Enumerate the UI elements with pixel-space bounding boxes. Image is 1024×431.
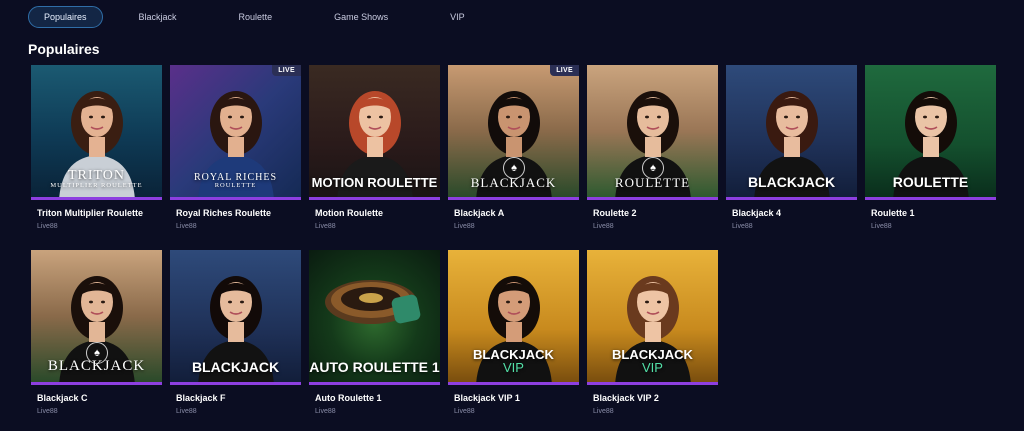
game-provider: Live88	[315, 223, 336, 230]
game-provider: Live88	[593, 408, 614, 415]
thumbnail-title-art: BLACKJACK VIP	[587, 347, 718, 376]
game-thumbnail[interactable]: AUTO ROULETTE 1	[309, 250, 440, 385]
game-thumbnail[interactable]: ROULETTE	[865, 65, 996, 200]
thumbnail-title-text: TRITON	[67, 167, 126, 183]
thumbnail-title-art: BLACKJACK	[726, 175, 857, 190]
thumbnail-subtitle-text: ROULETTE	[214, 182, 257, 190]
game-thumbnail[interactable]: ♠ LIVE BLACKJACK	[448, 65, 579, 200]
game-card[interactable]: ROULETTE Roulette 1 Live88	[865, 65, 996, 234]
game-card[interactable]: BLACKJACK Blackjack F Live88	[170, 250, 301, 419]
thumbnail-title-art: BLACKJACK	[448, 176, 579, 190]
game-provider: Live88	[593, 223, 614, 230]
thumbnail-title-text: BLACKJACK	[470, 175, 557, 191]
live-badge: LIVE	[550, 65, 579, 76]
game-provider: Live88	[454, 408, 475, 415]
thumbnail-title-art: AUTO ROULETTE 1	[309, 360, 440, 375]
game-grid: TRITON MULTIPLIER ROULETTE Triton Multipli…	[31, 65, 996, 419]
game-provider: Live88	[176, 408, 197, 415]
game-name[interactable]: Roulette 1	[865, 208, 996, 218]
section-title: Populaires	[28, 41, 100, 57]
thumbnail-subtitle-text: VIP	[503, 360, 524, 376]
game-provider: Live88	[732, 223, 753, 230]
live-badge: LIVE	[272, 65, 301, 76]
game-provider: Live88	[37, 223, 58, 230]
game-thumbnail[interactable]: BLACKJACK	[170, 250, 301, 385]
tab-vip[interactable]: VIP	[436, 6, 479, 28]
game-name[interactable]: Royal Riches Roulette	[170, 208, 301, 218]
thumbnail-title-text: MOTION ROULETTE	[311, 175, 438, 191]
game-thumbnail[interactable]: LIVE ROYAL RICHES ROULETTE	[170, 65, 301, 200]
thumbnail-title-art: BLACKJACK	[31, 358, 162, 375]
game-thumbnail[interactable]: TRITON MULTIPLIER ROULETTE	[31, 65, 162, 200]
game-name[interactable]: Blackjack A	[448, 208, 579, 218]
game-card[interactable]: ♠ BLACKJACK Blackjack C Live88	[31, 250, 162, 419]
game-name[interactable]: Roulette 2	[587, 208, 718, 218]
game-name[interactable]: Blackjack VIP 1	[448, 393, 579, 403]
thumbnail-title-text: ROULETTE	[614, 175, 691, 191]
game-card[interactable]: ♠ LIVE BLACKJACK Blackjack A Live88	[448, 65, 579, 234]
game-thumbnail[interactable]: BLACKJACK VIP	[587, 250, 718, 385]
game-card[interactable]: MOTION ROULETTE Motion Roulette Live88	[309, 65, 440, 234]
thumbnail-title-art: BLACKJACK	[170, 360, 301, 375]
game-provider: Live88	[315, 408, 336, 415]
game-card[interactable]: AUTO ROULETTE 1 Auto Roulette 1 Live88	[309, 250, 440, 419]
thumbnail-title-text: BLACKJACK	[191, 359, 280, 376]
game-thumbnail[interactable]: ♠ BLACKJACK	[31, 250, 162, 385]
game-thumbnail[interactable]: BLACKJACK	[726, 65, 857, 200]
thumbnail-title-text: AUTO ROULETTE 1	[309, 359, 440, 376]
thumbnail-subtitle-text: VIP	[642, 360, 663, 376]
game-thumbnail[interactable]: MOTION ROULETTE	[309, 65, 440, 200]
tab-game-shows[interactable]: Game Shows	[320, 6, 402, 28]
game-card[interactable]: BLACKJACK VIP Blackjack VIP 2 Live88	[587, 250, 718, 419]
thumbnail-title-art: MOTION ROULETTE	[309, 176, 440, 190]
game-name[interactable]: Auto Roulette 1	[309, 393, 440, 403]
tab-populaires[interactable]: Populaires	[28, 6, 103, 28]
category-tabs: Populaires Blackjack Roulette Game Shows…	[28, 6, 513, 28]
thumbnail-title-text: ROULETTE	[892, 174, 969, 191]
game-name[interactable]: Blackjack C	[31, 393, 162, 403]
game-card[interactable]: BLACKJACK VIP Blackjack VIP 1 Live88	[448, 250, 579, 419]
game-card[interactable]: LIVE ROYAL RICHES ROULETTE Royal Riches Rou…	[170, 65, 301, 234]
thumbnail-title-art: BLACKJACK VIP	[448, 347, 579, 376]
game-provider: Live88	[454, 223, 475, 230]
thumbnail-title-art: ROULETTE	[865, 175, 996, 190]
thumbnail-title-art: ROYAL RICHES ROULETTE	[170, 172, 301, 190]
tab-blackjack[interactable]: Blackjack	[125, 6, 191, 28]
thumbnail-title-text: BLACKJACK	[47, 358, 146, 375]
game-name[interactable]: Blackjack F	[170, 393, 301, 403]
game-provider: Live88	[871, 223, 892, 230]
game-card[interactable]: TRITON MULTIPLIER ROULETTE Triton Multipli…	[31, 65, 162, 234]
thumbnail-subtitle-text: MULTIPLIER ROULETTE	[50, 182, 143, 190]
game-thumbnail[interactable]: ♠ ROULETTE	[587, 65, 718, 200]
game-card[interactable]: ♠ ROULETTE Roulette 2 Live88	[587, 65, 718, 234]
tab-roulette[interactable]: Roulette	[225, 6, 287, 28]
game-name[interactable]: Blackjack 4	[726, 208, 857, 218]
game-provider: Live88	[37, 408, 58, 415]
thumbnail-title-art: ROULETTE	[587, 176, 718, 190]
game-name[interactable]: Triton Multiplier Roulette	[31, 208, 162, 218]
game-thumbnail[interactable]: BLACKJACK VIP	[448, 250, 579, 385]
game-card[interactable]: BLACKJACK Blackjack 4 Live88	[726, 65, 857, 234]
game-name[interactable]: Blackjack VIP 2	[587, 393, 718, 403]
thumbnail-title-text: BLACKJACK	[747, 174, 836, 191]
thumbnail-title-art: TRITON MULTIPLIER ROULETTE	[31, 167, 162, 191]
game-provider: Live88	[176, 223, 197, 230]
game-name[interactable]: Motion Roulette	[309, 208, 440, 218]
